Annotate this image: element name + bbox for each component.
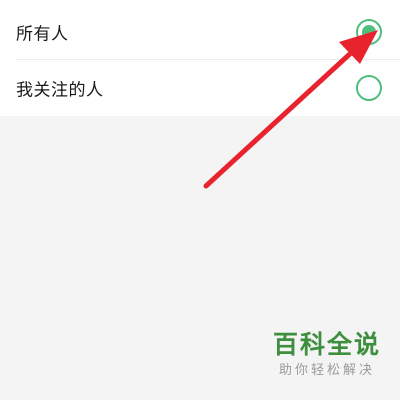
- visibility-options-list: 所有人 我关注的人: [0, 0, 400, 116]
- option-everyone-label: 所有人: [16, 24, 69, 45]
- watermark-subtitle: 助你轻松解决: [278, 363, 375, 378]
- radio-selected-dot: [362, 25, 376, 39]
- option-following-label: 我关注的人: [16, 80, 104, 101]
- option-following[interactable]: 我关注的人: [0, 60, 400, 116]
- watermark-title: 百科全说: [272, 330, 381, 359]
- option-everyone-radio[interactable]: [356, 19, 382, 45]
- watermark-logo: 百科全说 助你轻松解决: [262, 330, 392, 382]
- option-everyone[interactable]: 所有人: [0, 4, 400, 60]
- option-following-radio[interactable]: [356, 75, 382, 101]
